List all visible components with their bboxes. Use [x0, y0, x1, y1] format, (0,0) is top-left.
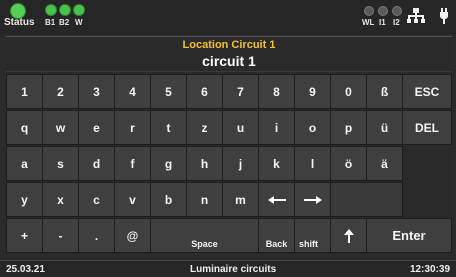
b2-indicator-icon [59, 4, 71, 16]
b1-label: B1 [45, 18, 56, 27]
footer-bar: 25.03.21 Luminaire circuits 12:30:39 [0, 260, 456, 277]
i1-indicator-icon [378, 6, 388, 16]
arrow-right-icon [303, 195, 322, 205]
blank-key [330, 182, 403, 217]
esc-button[interactable]: ESC [402, 74, 452, 109]
key-x[interactable]: x [42, 182, 79, 217]
key-d[interactable]: d [78, 146, 115, 181]
key-o[interactable]: o [294, 110, 331, 145]
key-r[interactable]: r [114, 110, 151, 145]
key-t[interactable]: t [150, 110, 187, 145]
shift-arrow-icon [343, 228, 354, 243]
wl-indicator-icon [364, 6, 374, 16]
key-w[interactable]: w [42, 110, 79, 145]
status-bar: Status B1 B2 W WL I1 I2 [0, 0, 456, 34]
key-9[interactable]: 9 [294, 74, 331, 109]
key-v[interactable]: v [114, 182, 151, 217]
shift-button[interactable] [330, 218, 367, 253]
key-k[interactable]: k [258, 146, 295, 181]
key-c[interactable]: c [78, 182, 115, 217]
key-j[interactable]: j [222, 146, 259, 181]
key-minus[interactable]: - [42, 218, 79, 253]
key-5[interactable]: 5 [150, 74, 187, 109]
key-l[interactable]: l [294, 146, 331, 181]
key-7[interactable]: 7 [222, 74, 259, 109]
footer-time: 12:30:39 [410, 264, 451, 275]
key-u[interactable]: u [222, 110, 259, 145]
key-p[interactable]: p [330, 110, 367, 145]
on-screen-keyboard: 1 2 3 4 5 6 7 8 9 0 ß ESC q w e r t z u … [6, 74, 452, 256]
footer-date: 25.03.21 [6, 264, 45, 275]
w-label: W [75, 18, 83, 27]
key-q[interactable]: q [6, 110, 43, 145]
backspace-button[interactable]: Back [258, 218, 295, 253]
display-title: Location Circuit 1 [182, 39, 276, 51]
key-z[interactable]: z [186, 110, 223, 145]
cursor-left-button[interactable] [258, 182, 295, 217]
cursor-right-button[interactable] [294, 182, 331, 217]
b2-label: B2 [59, 18, 70, 27]
key-0[interactable]: 0 [330, 74, 367, 109]
footer-title: Luminaire circuits [190, 264, 277, 275]
i1-label: I1 [379, 18, 386, 27]
key-ue[interactable]: ü [366, 110, 403, 145]
space-button[interactable]: Space [150, 218, 259, 253]
key-oe[interactable]: ö [330, 146, 367, 181]
key-n[interactable]: n [186, 182, 223, 217]
text-display: Location Circuit 1 circuit 1 [6, 36, 452, 72]
key-ae[interactable]: ä [366, 146, 403, 181]
key-plus[interactable]: + [6, 218, 43, 253]
key-4[interactable]: 4 [114, 74, 151, 109]
w-indicator-icon [73, 4, 85, 16]
del-button[interactable]: DEL [402, 110, 452, 145]
key-g[interactable]: g [150, 146, 187, 181]
key-b[interactable]: b [150, 182, 187, 217]
key-1[interactable]: 1 [6, 74, 43, 109]
key-a[interactable]: a [6, 146, 43, 181]
key-s[interactable]: s [42, 146, 79, 181]
i2-label: I2 [393, 18, 400, 27]
enter-button[interactable]: Enter [366, 218, 452, 253]
key-2[interactable]: 2 [42, 74, 79, 109]
key-3[interactable]: 3 [78, 74, 115, 109]
key-6[interactable]: 6 [186, 74, 223, 109]
text-input-value[interactable]: circuit 1 [6, 53, 452, 69]
i2-indicator-icon [392, 6, 402, 16]
key-dot[interactable]: . [78, 218, 115, 253]
key-e[interactable]: e [78, 110, 115, 145]
status-label: Status [4, 17, 35, 28]
key-8[interactable]: 8 [258, 74, 295, 109]
key-f[interactable]: f [114, 146, 151, 181]
plug-icon[interactable] [440, 8, 448, 24]
shift-label-key[interactable]: shift [294, 218, 331, 253]
key-i[interactable]: i [258, 110, 295, 145]
key-sz[interactable]: ß [366, 74, 403, 109]
b1-indicator-icon [45, 4, 57, 16]
key-h[interactable]: h [186, 146, 223, 181]
key-y[interactable]: y [6, 182, 43, 217]
network-icon[interactable] [407, 8, 425, 24]
key-at[interactable]: @ [114, 218, 151, 253]
key-m[interactable]: m [222, 182, 259, 217]
wl-label: WL [362, 18, 375, 27]
arrow-left-icon [267, 195, 286, 205]
